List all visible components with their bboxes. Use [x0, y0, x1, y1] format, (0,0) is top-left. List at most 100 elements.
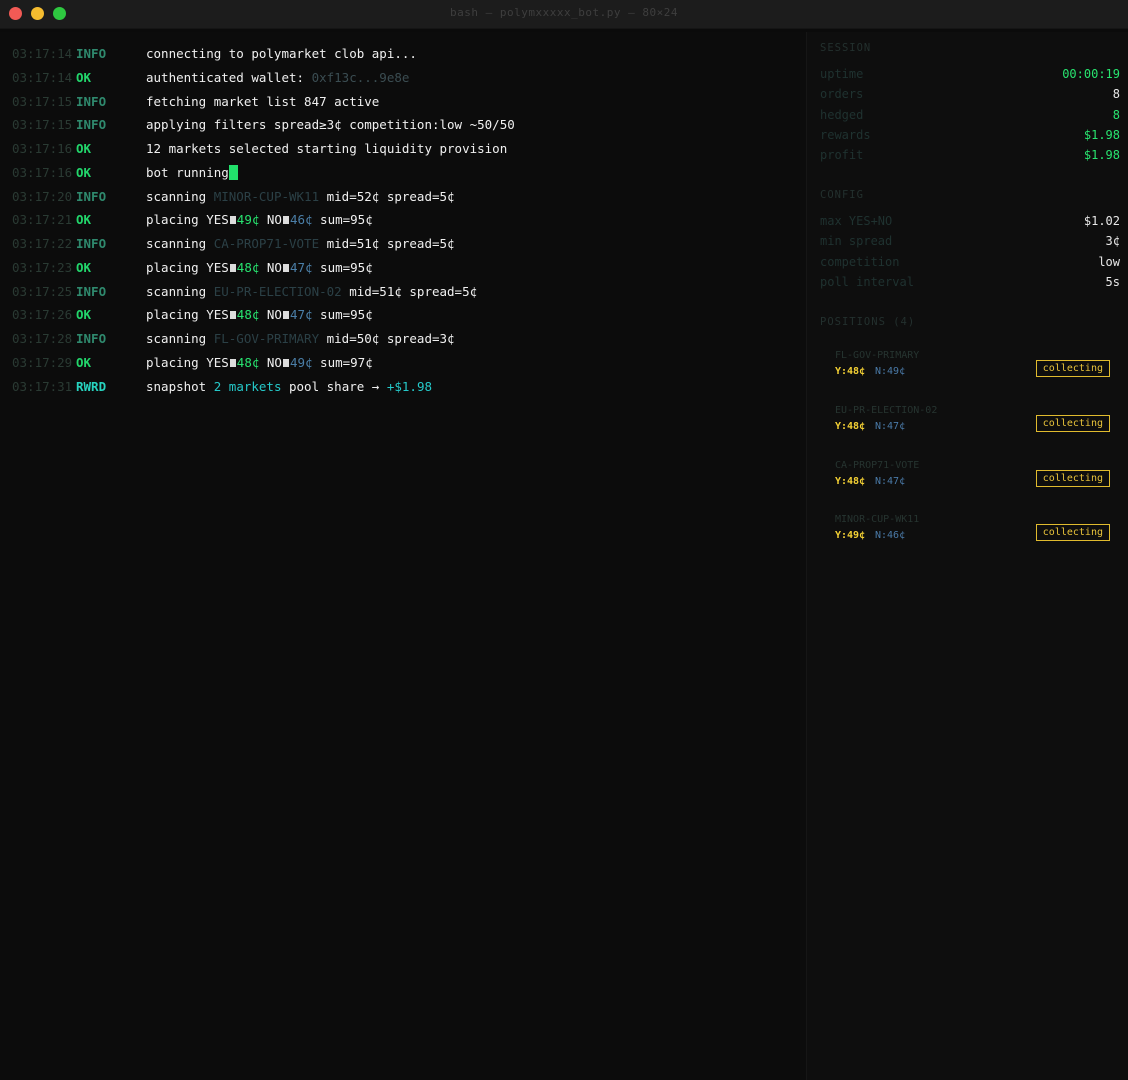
config-value: 3¢	[1105, 234, 1120, 248]
config-value: $1.02	[1083, 214, 1120, 228]
session-row-orders: orders 8	[820, 87, 1120, 107]
log-text: mid=50¢ spread=3¢	[319, 331, 455, 346]
log-timestamp: 03:17:16	[12, 164, 73, 180]
log-timestamp: 03:17:25	[12, 283, 73, 299]
config-row: max YES+NO $1.02	[820, 214, 1120, 234]
separator-glyph	[282, 216, 289, 225]
log-text: placing YES	[146, 354, 229, 370]
session-key: rewards	[820, 128, 871, 142]
terminal-log[interactable]: 03:17:14 INFO connecting to polymarket clo…	[0, 32, 806, 1080]
log-text: 47¢	[289, 259, 313, 275]
log-message: bot running	[146, 163, 238, 183]
log-message: snapshot 2 markets pool share → +$1.98	[146, 377, 432, 397]
log-text: 0xf13c...9e8e	[311, 69, 410, 85]
position-card[interactable]: CA-PROP71-VOTE Y:48¢ N:47¢ collecting	[835, 460, 1110, 512]
log-message: connecting to polymarket clob api...	[146, 44, 417, 64]
status-sidebar: SESSION uptime 00:00:19 orders 8 hedged 8 rewa…	[806, 32, 1128, 1080]
status-badge: collecting	[1035, 524, 1110, 541]
window-titlebar: bash — polymxxxxx_bot.py — 80×24	[0, 0, 1128, 29]
config-row: competition low	[820, 255, 1120, 275]
log-level: INFO	[76, 331, 107, 346]
log-level: OK	[76, 141, 92, 156]
position-card[interactable]: MINOR-CUP-WK11 Y:49¢ N:46¢ collecting	[835, 514, 1110, 566]
position-yes-price: Y:49¢	[835, 530, 866, 541]
log-level: OK	[76, 307, 92, 323]
session-value: $1.98	[1083, 128, 1120, 142]
position-yes-price: Y:48¢	[835, 421, 866, 432]
status-badge: collecting	[1035, 415, 1110, 432]
log-text: mid=52¢ spread=5¢	[319, 188, 455, 204]
log-text: MINOR-CUP-WK11	[213, 188, 320, 204]
config-row: min spread 3¢	[820, 234, 1120, 254]
config-row: poll interval 5s	[820, 275, 1120, 295]
separator-glyph	[229, 311, 236, 320]
config-key: poll interval	[820, 275, 914, 289]
log-timestamp: 03:17:21	[12, 212, 73, 228]
log-message: scanning CA-PROP71-VOTE mid=51¢ spread=5…	[146, 234, 455, 254]
log-text: sum=97¢	[312, 354, 373, 370]
log-text: placing YES	[146, 212, 229, 228]
session-key: hedged	[820, 108, 864, 122]
separator-glyph	[282, 311, 289, 320]
session-row-hedged: hedged 8	[820, 108, 1120, 128]
separator-glyph	[282, 263, 289, 272]
log-level: INFO	[76, 46, 107, 61]
log-text: 49¢	[236, 212, 260, 228]
config-heading: CONFIG	[820, 189, 864, 201]
log-text: scanning	[146, 331, 214, 346]
log-level: INFO	[76, 93, 107, 109]
log-timestamp: 03:17:22	[12, 236, 73, 251]
log-text: mid=51¢ spread=5¢	[341, 283, 478, 299]
config-key: competition	[820, 255, 900, 269]
log-message: fetching market list 847 active	[146, 92, 379, 112]
cursor	[228, 164, 238, 180]
log-text: markets	[228, 378, 282, 394]
log-message: authenticated wallet: 0xf13c...9e8e	[146, 68, 409, 88]
log-level: INFO	[76, 236, 107, 251]
session-value: $1.98	[1083, 148, 1120, 162]
separator-glyph	[282, 358, 289, 367]
log-text: NO	[259, 259, 282, 275]
log-timestamp: 03:17:31	[12, 378, 73, 394]
position-no-price: N:47¢	[875, 476, 906, 487]
log-level: OK	[76, 354, 92, 370]
log-level: INFO	[76, 283, 107, 299]
log-text: bot running	[146, 164, 229, 180]
log-text: 48¢	[236, 307, 260, 323]
session-heading: SESSION	[820, 42, 872, 54]
log-level: OK	[76, 259, 92, 275]
position-no-price: N:49¢	[875, 366, 906, 377]
log-text: scanning	[146, 188, 214, 204]
log-message: placing YES 48¢ NO 47¢ sum=95¢	[146, 258, 373, 278]
log-message: placing YES 49¢ NO 46¢ sum=95¢	[146, 210, 373, 230]
log-text: 49¢	[289, 354, 313, 370]
log-text: 47¢	[289, 307, 313, 323]
log-text: sum=95¢	[312, 259, 373, 275]
session-key: orders	[820, 87, 864, 101]
log-timestamp: 03:17:28	[12, 331, 73, 346]
log-timestamp: 03:17:20	[12, 188, 73, 204]
session-key: uptime	[820, 67, 864, 81]
log-text: +$1.98	[386, 378, 432, 394]
separator-glyph	[229, 358, 236, 367]
config-value: low	[1098, 255, 1120, 269]
position-card[interactable]: EU-PR-ELECTION-02 Y:48¢ N:47¢ collecting	[835, 405, 1110, 457]
position-market: CA-PROP71-VOTE	[835, 460, 920, 471]
log-text: pool share →	[281, 378, 387, 394]
position-card[interactable]: FL-GOV-PRIMARY Y:48¢ N:49¢ collecting	[835, 350, 1110, 402]
log-text: NO	[259, 354, 282, 370]
log-text: mid=51¢ spread=5¢	[319, 236, 455, 251]
session-key: profit	[820, 148, 864, 162]
log-timestamp: 03:17:23	[12, 259, 73, 275]
log-text: 48¢	[236, 259, 260, 275]
log-text: snapshot	[146, 378, 214, 394]
log-text: placing YES	[146, 307, 229, 323]
log-text: fetching market list 847 active	[146, 93, 380, 109]
log-timestamp: 03:17:14	[12, 46, 73, 61]
position-no-price: N:46¢	[875, 530, 906, 541]
session-value: 8	[1112, 87, 1120, 101]
position-market: EU-PR-ELECTION-02	[835, 405, 938, 416]
log-message: 12 markets selected starting liquidity p…	[146, 139, 507, 159]
log-text: NO	[259, 307, 282, 323]
session-value: 8	[1112, 108, 1120, 122]
